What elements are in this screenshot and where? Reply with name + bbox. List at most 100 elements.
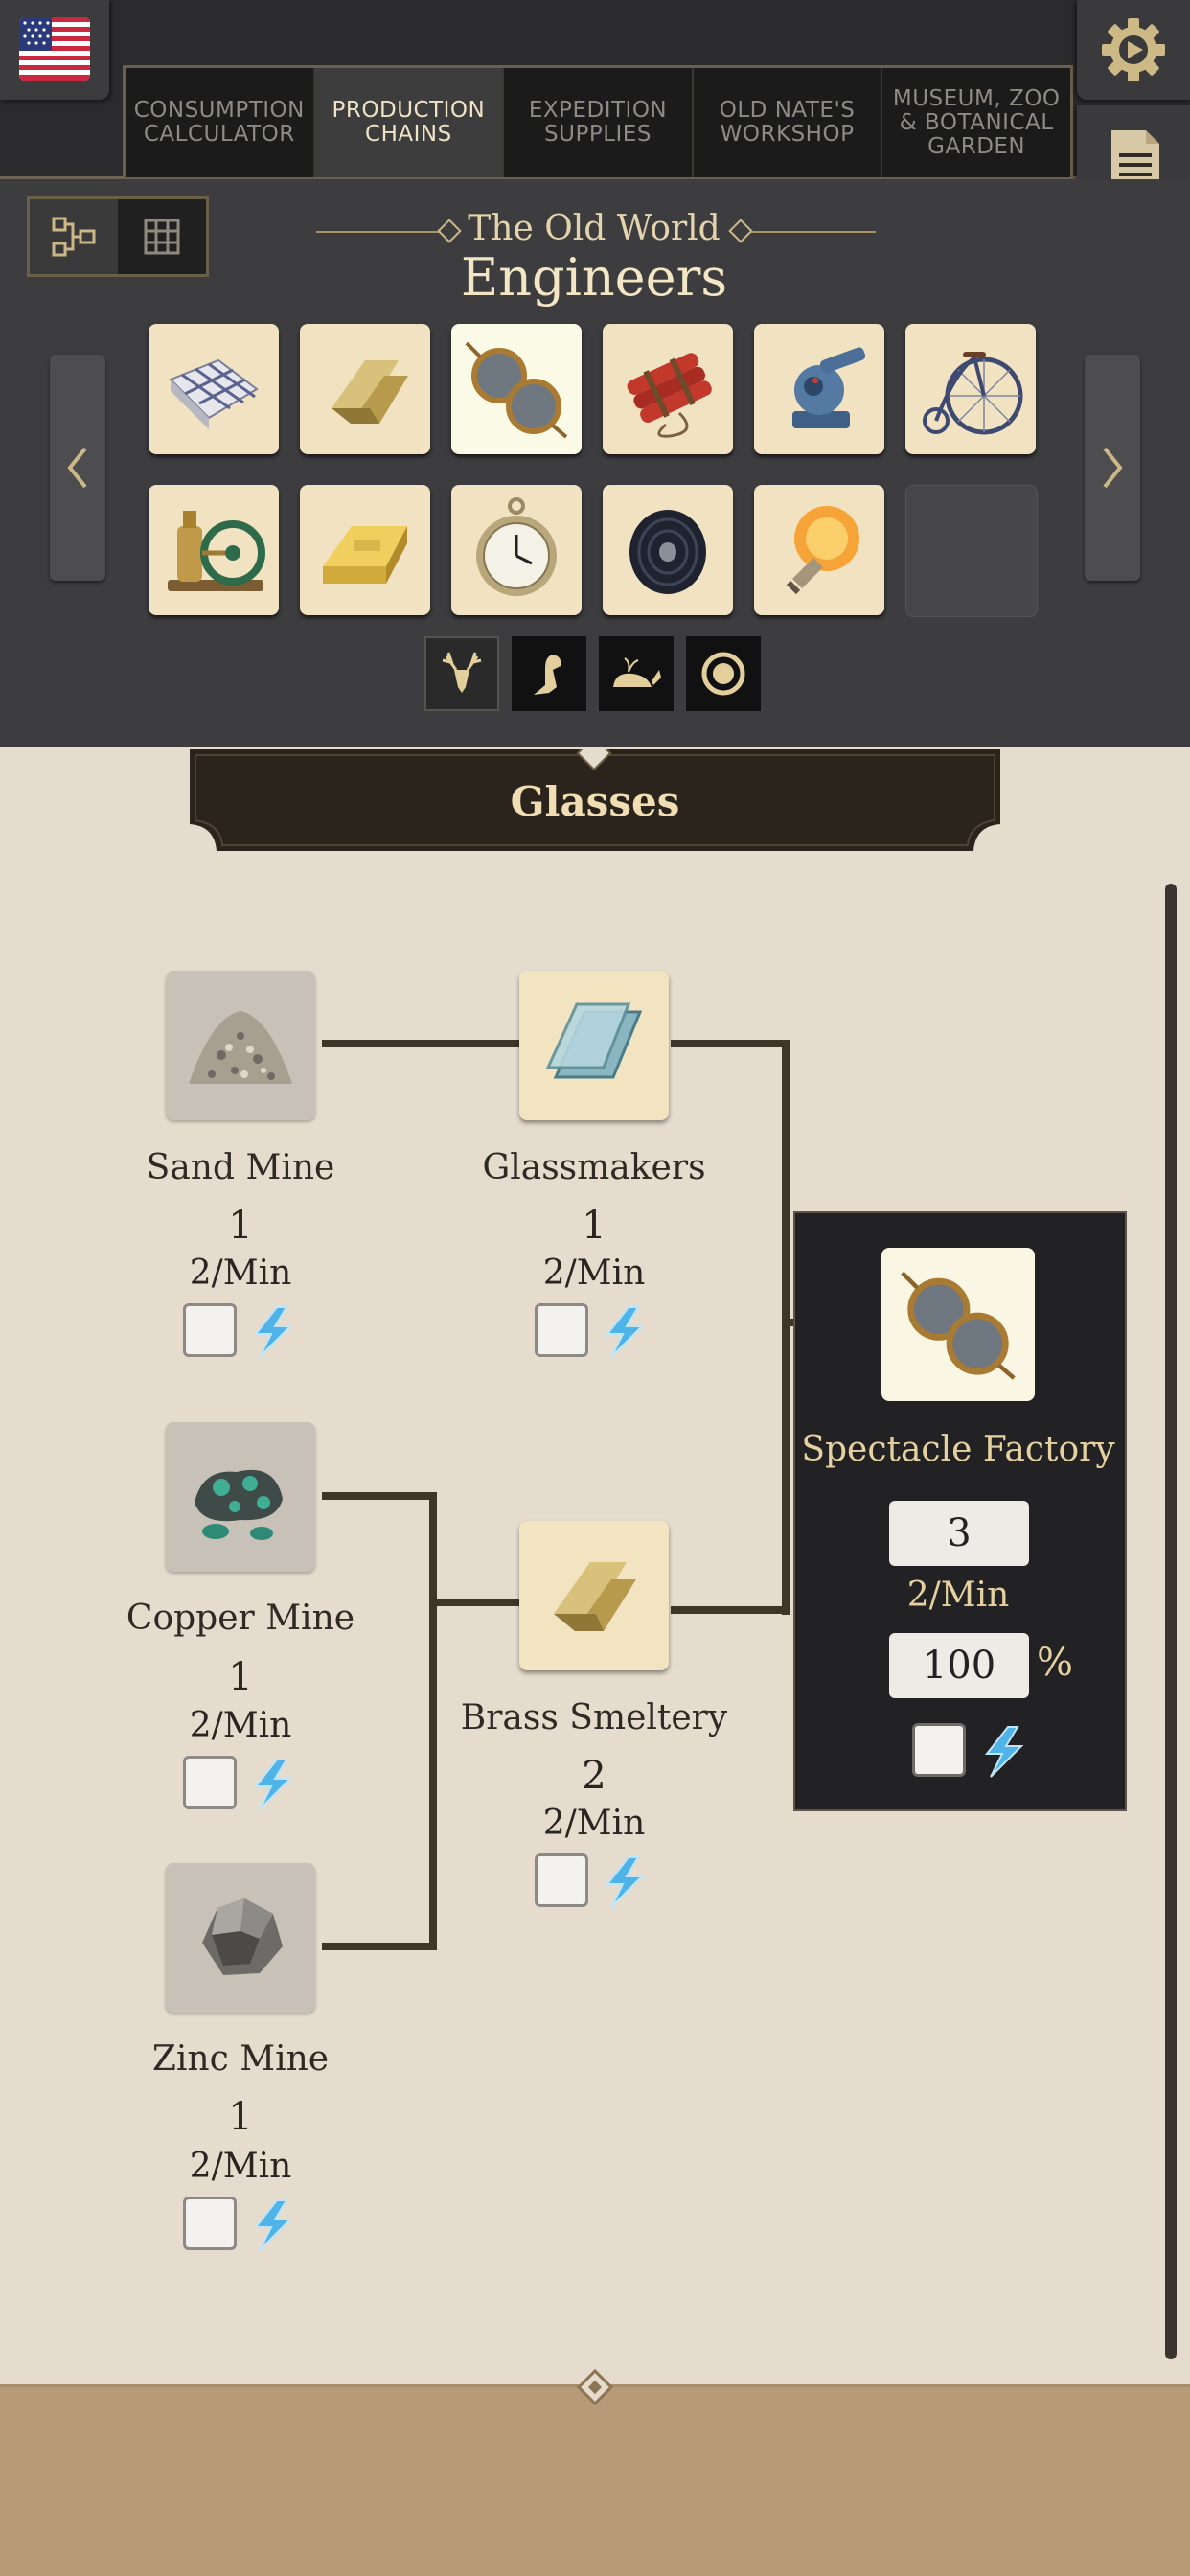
sand-icon [189,1011,292,1084]
copper-mine-name: Copper Mine [126,1598,355,1638]
product-advanced-weapons[interactable] [754,324,884,454]
tab-expedition-supplies[interactable]: EXPEDITION SUPPLIES [504,68,694,177]
whale-icon [613,657,661,687]
copper-mine-count: 1 [228,1655,253,1699]
electricity-icon[interactable] [979,1725,1027,1779]
lion-icon [701,652,745,696]
product-penny-farthing[interactable] [905,324,1036,454]
electricity-icon[interactable] [600,1305,648,1359]
electricity-icon[interactable] [248,1758,296,1811]
brass-icon [554,1562,636,1631]
glassmakers-rate: 2/Min [542,1254,646,1293]
product-brass[interactable] [300,324,430,454]
chain-view-button[interactable] [30,199,118,274]
chain-connector [322,1040,519,1047]
gear-icon [1102,18,1165,81]
empty-product-slot [905,485,1038,617]
chevron-right-icon [1103,447,1123,489]
zinc-mine-checkbox[interactable] [183,2196,237,2250]
tab-museum-zoo-garden[interactable]: MUSEUM, ZOO & BOTANICAL GARDEN [882,68,1070,177]
filter-lion[interactable] [686,636,761,711]
brass-smeltery-count: 2 [582,1754,606,1798]
product-gold[interactable] [300,485,430,615]
view-toggle [27,196,209,277]
main-tabs: CONSUMPTION CALCULATOR PRODUCTION CHAINS… [123,65,1073,180]
us-flag-icon [19,17,90,80]
dynamite-icon [627,353,712,438]
brass-smeltery-checkbox[interactable] [535,1853,588,1907]
product-glasses[interactable] [451,324,582,454]
brass-smeltery-node[interactable] [519,1521,669,1670]
chain-connector [429,1598,521,1606]
spectacle-factory-rate: 2/Min [906,1576,1010,1615]
brass-smeltery-name: Brass Smeltery [460,1698,728,1737]
building-count-input[interactable]: 3 [889,1501,1029,1566]
sand-mine-rate: 2/Min [189,1254,292,1293]
copper-mine-checkbox[interactable] [183,1756,237,1809]
glassmakers-checkbox[interactable] [535,1303,588,1357]
bird-icon [534,655,561,695]
filter-bird[interactable] [512,636,586,711]
productivity-input[interactable]: 100 [889,1633,1029,1698]
glass-icon [545,1002,643,1079]
light-bulb-icon [786,506,859,595]
zinc-mine-name: Zinc Mine [151,2039,330,2079]
chain-tree-icon [52,217,96,257]
percent-label: % [1037,1641,1074,1685]
glassmakers-count: 1 [582,1204,606,1248]
sand-mine-checkbox[interactable] [183,1303,237,1357]
ornament-diamond-icon [576,2368,614,2406]
chain-connector [322,1943,437,1950]
product-light-bulb[interactable] [754,485,884,615]
electricity-icon[interactable] [248,1305,296,1359]
glasses-icon [901,1271,1016,1380]
spectacle-factory-node[interactable] [881,1248,1035,1401]
population-title: Engineers [460,247,728,308]
copper-mine-rate: 2/Min [189,1706,292,1745]
pocket-watch-icon [476,497,557,596]
prev-page-button[interactable] [50,355,105,581]
product-dynamite[interactable] [603,324,733,454]
chain-connector [782,1040,790,1615]
tab-old-nates-workshop[interactable]: OLD NATE'S WORKSHOP [694,68,883,177]
copper-mine-node[interactable] [166,1422,315,1572]
sand-mine-name: Sand Mine [146,1148,335,1187]
steam-motor-icon [168,511,265,591]
product-pocket-watch[interactable] [451,485,582,615]
reinforced-concrete-icon [169,358,259,429]
zinc-mine-node[interactable] [166,1863,315,2012]
product-steam-motor[interactable] [149,485,279,615]
spectacle-factory-name: Spectacle Factory [801,1430,1115,1469]
chain-title: Glasses [510,778,680,825]
chain-connector [671,1040,790,1047]
sand-mine-count: 1 [228,1204,253,1248]
advanced-weapons-icon [792,347,866,428]
electricity-icon[interactable] [600,1855,648,1909]
zinc-mine-count: 1 [228,2095,253,2139]
scrollbar[interactable] [1165,884,1177,2359]
glassmakers-node[interactable] [519,971,669,1120]
tab-production-chains[interactable]: PRODUCTION CHAINS [314,68,505,177]
sand-mine-node[interactable] [166,971,315,1120]
language-button[interactable] [0,0,109,100]
product-reinforced-concrete[interactable] [149,324,279,454]
filter-whale[interactable] [599,636,674,711]
product-filament[interactable] [603,485,733,615]
glasses-icon [465,341,568,439]
grid-view-button[interactable] [118,199,206,274]
brass-icon [332,360,408,424]
filament-icon [629,510,706,594]
tab-consumption-calculator[interactable]: CONSUMPTION CALCULATOR [126,68,315,177]
zinc-ore-icon [202,1898,283,1975]
region-title: The Old World [468,209,721,248]
zinc-mine-rate: 2/Min [189,2147,292,2186]
grid-icon [144,218,180,255]
spectacle-factory-checkbox[interactable] [912,1723,966,1777]
filter-deer[interactable] [424,636,499,711]
electricity-icon[interactable] [248,2198,296,2252]
settings-button[interactable] [1077,0,1190,100]
deer-icon [442,652,482,693]
chain-connector [429,1492,437,1950]
next-page-button[interactable] [1085,355,1140,581]
gold-icon [323,526,407,584]
